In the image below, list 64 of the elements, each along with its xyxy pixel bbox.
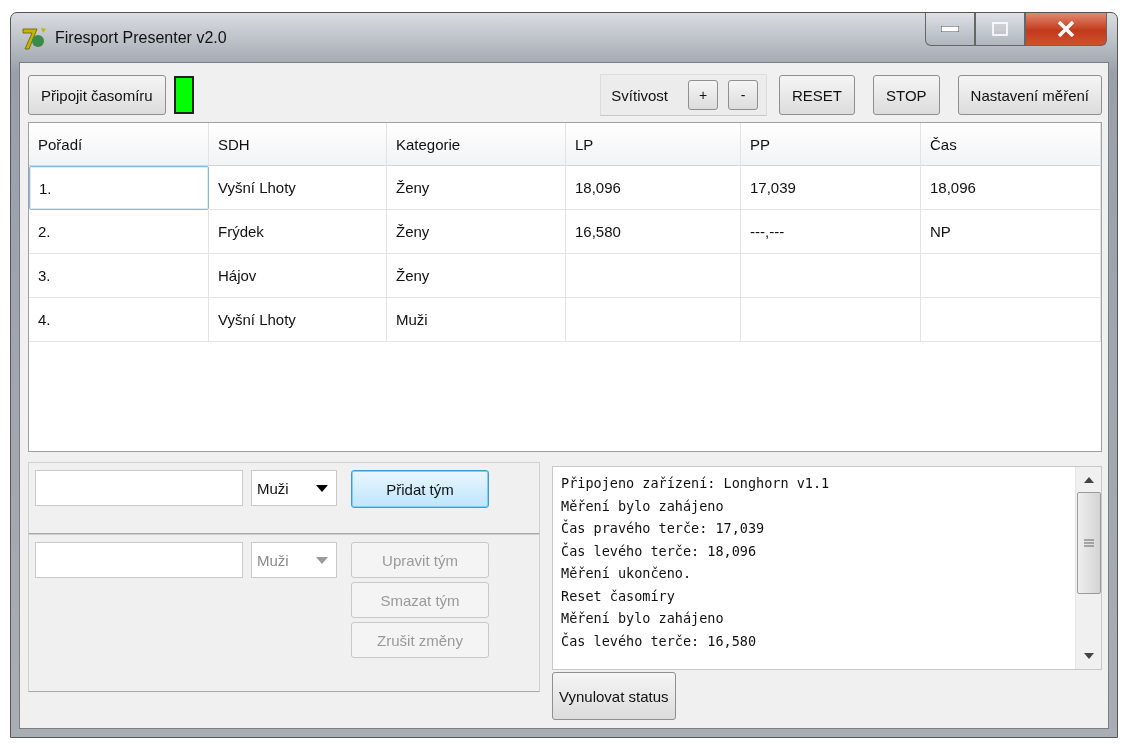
column-header[interactable]: Kategorie <box>387 123 566 166</box>
minimize-icon <box>941 26 959 32</box>
toolbar-button[interactable]: STOP <box>873 75 940 115</box>
table-cell[interactable]: NP <box>921 210 1101 254</box>
brightness-minus-button[interactable]: - <box>728 80 758 110</box>
table-cell[interactable]: Ženy <box>387 210 566 254</box>
table-cell[interactable]: Vyšní Lhoty <box>209 298 387 342</box>
table-cell[interactable] <box>566 254 741 298</box>
column-header[interactable]: PP <box>741 123 921 166</box>
scrollbar[interactable] <box>1075 467 1101 669</box>
log-line: Měření bylo zahájeno <box>561 609 725 628</box>
table-cell[interactable] <box>566 298 741 342</box>
table-cell[interactable] <box>921 254 1101 298</box>
log-line: Čas pravého terče: 17,039 <box>561 518 766 538</box>
table-cell[interactable]: 18,096 <box>566 166 741 210</box>
connect-timer-button[interactable]: Připojit časomíru <box>28 75 166 115</box>
toolbar-button[interactable]: Nastavení měření <box>957 75 1102 115</box>
dropdown-arrow-icon <box>316 484 328 492</box>
log-line: Měření bylo zahájeno <box>561 496 725 516</box>
table-cell[interactable]: Vyšní Lhoty <box>209 166 387 210</box>
table-cell[interactable] <box>741 254 921 298</box>
table-cell[interactable]: Ženy <box>387 254 566 298</box>
table-cell[interactable]: Hájov <box>209 254 387 298</box>
team-name-field[interactable] <box>35 470 243 506</box>
toolbar-button[interactable]: RESET <box>779 75 856 115</box>
log-line: Reset časomíry <box>561 586 676 606</box>
log-line: Připojeno zařízení: Longhorn v1.1 <box>561 474 831 493</box>
table-cell[interactable]: 4. <box>29 298 209 342</box>
table-cell[interactable]: ---,--- <box>741 210 921 254</box>
table-cell[interactable]: 18,096 <box>921 166 1101 210</box>
table-cell[interactable]: 17,039 <box>741 166 921 210</box>
log-line: Čas levého terče: 18,096 <box>561 541 758 561</box>
scroll-up-icon <box>1083 477 1094 483</box>
scroll-down-icon <box>1083 653 1094 659</box>
table-cell[interactable]: 16,580 <box>566 210 741 254</box>
column-header[interactable]: Čas <box>921 123 1101 166</box>
close-button[interactable] <box>1025 13 1107 46</box>
minimize-button[interactable] <box>925 13 975 46</box>
column-header[interactable]: LP <box>566 123 741 166</box>
window-title: Firesport Presenter v2.0 <box>55 28 228 47</box>
table-cell[interactable]: 2. <box>29 210 209 254</box>
maximize-button[interactable] <box>975 13 1025 46</box>
maximize-icon <box>992 22 1008 36</box>
brightness-plus-button[interactable]: + <box>688 80 718 110</box>
table-cell[interactable]: Muži <box>387 298 566 342</box>
app-logo-icon <box>21 25 47 50</box>
team-button[interactable]: Přidat tým <box>351 470 489 508</box>
close-icon <box>1057 21 1075 37</box>
column-header[interactable]: SDH <box>209 123 387 166</box>
dropdown-arrow-icon <box>316 556 328 564</box>
column-header[interactable]: Pořadí <box>29 123 209 166</box>
brightness-label: Svítivost <box>611 86 668 104</box>
table-cell[interactable] <box>741 298 921 342</box>
table-cell[interactable]: Ženy <box>387 166 566 210</box>
table-cell[interactable]: Frýdek <box>209 210 387 254</box>
log-line: Čas levého terče: 16,580 <box>561 631 758 651</box>
table-cell[interactable]: 3. <box>29 254 209 298</box>
table-cell[interactable]: 1. <box>29 166 209 210</box>
log-line: Měření ukončeno. <box>561 564 693 583</box>
grip-icon <box>1083 539 1094 548</box>
scrollbar-thumb[interactable] <box>1076 492 1101 595</box>
category-dropdown[interactable]: Muži <box>251 470 337 506</box>
table-cell[interactable] <box>921 298 1101 342</box>
reset-status-button[interactable]: Vynulovat status <box>552 672 676 720</box>
